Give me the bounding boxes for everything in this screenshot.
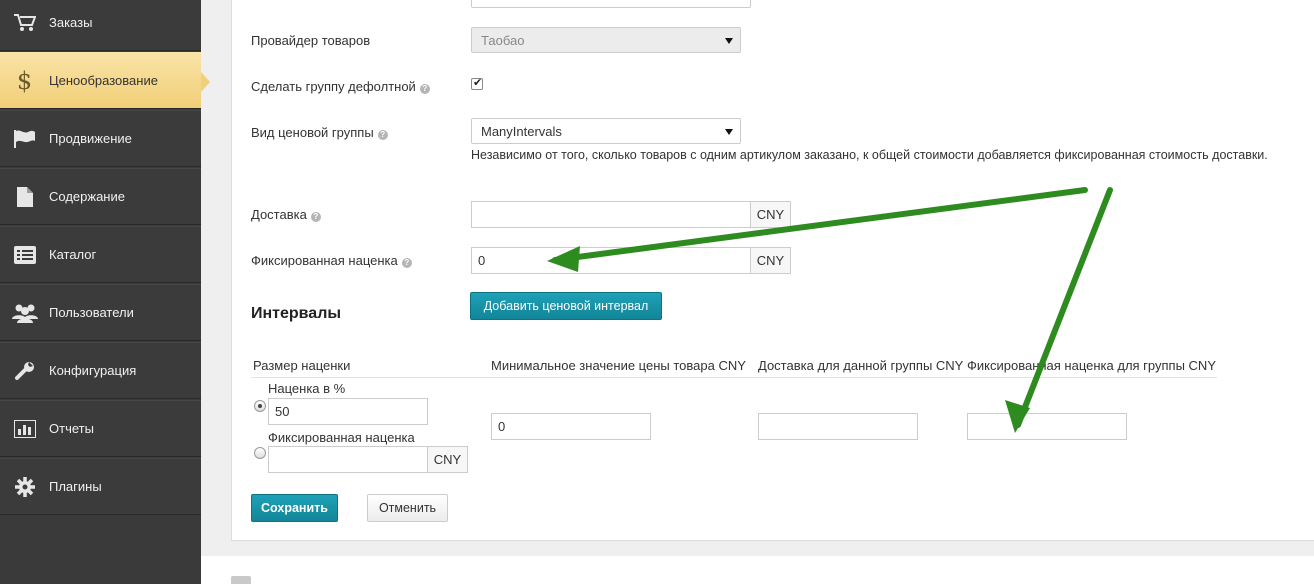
price-group-type-select[interactable]: ManyIntervals [471,118,741,144]
price-group-type-value: ManyIntervals [481,123,562,139]
fixed-markup-input[interactable]: 0 [471,247,751,274]
sidebar-item-label: Каталог [49,247,97,262]
footer-fragment [231,576,251,584]
provider-select-value: Таобао [481,32,525,48]
cart-icon [0,13,49,32]
percent-markup-radio[interactable] [254,400,266,412]
footer-strip [201,556,1314,584]
percent-markup-label: Наценка в % [268,381,346,396]
sidebar-item-plugins[interactable]: Плагины [0,458,201,515]
help-icon[interactable]: ? [310,212,321,222]
sidebar-item-label: Продвижение [49,131,132,146]
delivery-currency: CNY [751,201,791,228]
delivery-input[interactable] [471,201,751,228]
wrench-icon [0,361,49,381]
sidebar-item-label: Пользователи [49,305,134,320]
list-icon [0,245,49,264]
percent-markup-input[interactable]: 50 [268,398,428,425]
sidebar-item-label: Заказы [49,15,93,30]
fixed-markup-label-text: Фиксированная наценка [251,253,398,268]
price-group-type-label: Вид ценовой группы? [251,125,388,140]
default-group-checkbox[interactable] [471,76,483,90]
fixed-markup-option-label: Фиксированная наценка [268,430,415,445]
column-header-group-fixed-markup: Фиксированная наценка для группы CNY [967,358,1216,373]
sidebar-item-promotion[interactable]: Продвижение [0,110,201,167]
fixed-markup-radio[interactable] [254,447,266,459]
chart-icon [0,419,49,438]
delivery-label-text: Доставка [251,207,307,222]
sidebar-item-users[interactable]: Пользователи [0,284,201,341]
column-header-group-delivery: Доставка для данной группы CNY [758,358,964,373]
sidebar-item-reports[interactable]: Отчеты [0,400,201,457]
min-price-input[interactable]: 0 [491,413,651,440]
dollar-icon: $ [16,66,33,95]
chevron-down-icon [725,38,733,44]
sidebar: Заказы $ Ценообразование Продвижение Сод… [0,0,210,584]
cancel-button[interactable]: Отменить [367,494,448,522]
sidebar-item-label: Отчеты [49,421,94,436]
column-header-markup-size: Размер наценки [253,358,351,373]
save-button[interactable]: Сохранить [251,494,338,522]
sidebar-item-configuration[interactable]: Конфигурация [0,342,201,399]
provider-select: Таобао [471,27,741,53]
fixed-markup-currency: CNY [751,247,791,274]
gear-icon [0,476,49,497]
document-icon [0,186,49,207]
help-icon[interactable]: ? [419,84,430,94]
help-icon[interactable]: ? [377,130,388,140]
fixed-markup-label: Фиксированная наценка? [251,253,412,268]
users-icon [0,303,49,323]
sidebar-item-content[interactable]: Содержание [0,168,201,225]
add-price-interval-button[interactable]: Добавить ценовой интервал [470,292,662,320]
group-fixed-markup-input[interactable] [967,413,1127,440]
default-group-label-text: Сделать группу дефолтной [251,79,416,94]
sidebar-item-label: Ценообразование [49,73,158,88]
interval-fixed-markup-currency: CNY [428,446,468,473]
provider-label: Провайдер товаров [251,33,371,48]
price-group-hint: Независимо от того, сколько товаров с од… [471,148,1268,162]
table-header-divider [251,377,1217,378]
column-header-min-price: Минимальное значение цены товара CNY [491,358,746,373]
sidebar-item-orders[interactable]: Заказы [0,0,201,51]
sidebar-item-pricing[interactable]: $ Ценообразование [0,52,210,109]
intervals-title: Интервалы [251,305,342,322]
default-group-label: Сделать группу дефолтной? [251,79,430,94]
sidebar-item-catalog[interactable]: Каталог [0,226,201,283]
delivery-label: Доставка? [251,207,321,222]
sidebar-item-label: Содержание [49,189,125,204]
group-delivery-input[interactable] [758,413,918,440]
top-field-cut[interactable] [471,0,751,8]
help-icon[interactable]: ? [401,258,412,268]
price-group-type-label-text: Вид ценовой группы [251,125,374,140]
flag-icon [0,129,49,148]
chevron-down-icon [725,129,733,135]
interval-fixed-markup-input[interactable] [268,446,428,473]
sidebar-item-label: Плагины [49,479,102,494]
sidebar-item-label: Конфигурация [49,363,137,378]
